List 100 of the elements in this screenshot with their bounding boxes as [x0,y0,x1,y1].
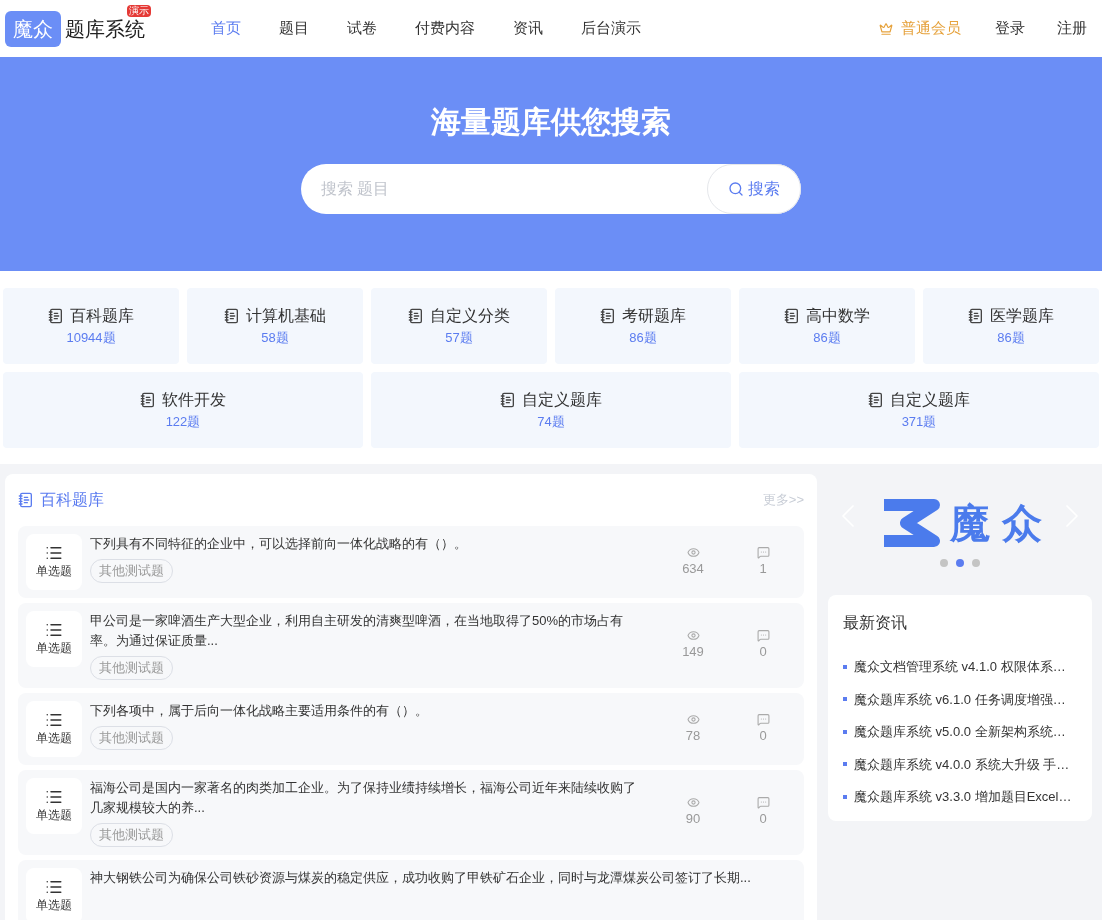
nav-link[interactable]: 题目 [275,17,313,40]
comment-icon [756,629,770,643]
category-count: 86题 [997,329,1025,348]
comment-icon [756,545,770,559]
question-item[interactable]: 单选题 神大钢铁公司为确保公司铁砂资源与煤炭的稳定供应，成功收购了甲铁矿石企业，同时与龙潭煤炭公司签订了长期... [18,860,804,920]
banner-carousel[interactable]: 魔 众 [828,474,1092,584]
notebook-icon [140,392,156,409]
category-card[interactable]: 计算机基础 58题 [187,288,363,364]
question-text: 下列具有不同特征的企业中，可以选择前向一体化战略的有（）。 [90,535,468,553]
nav-link[interactable]: 付费内容 [411,17,479,40]
bullet-icon [843,762,847,767]
category-card[interactable]: 医学题库 86题 [923,288,1099,364]
category-name: 计算机基础 [246,306,326,327]
category-card[interactable]: 自定义分类 57题 [371,288,547,364]
question-item[interactable]: 单选题 甲公司是一家啤酒生产大型企业，利用自主研发的清爽型啤酒，在当地取得了50%的市场占有率。为通过保证质量... 其他测试题 149 0 [18,603,804,688]
hero-title: 海量题库供您搜索 [431,104,671,140]
category-count: 86题 [813,329,841,348]
comment-icon [756,796,770,810]
comment-count: 0 [759,643,767,662]
comment-count: 1 [759,559,767,578]
search-button[interactable]: 搜索 [707,164,801,214]
question-text: 甲公司是一家啤酒生产大型企业，利用自主研发的清爽型啤酒，在当地取得了50%的市场占有率。为通过保证质量... [90,612,625,650]
list-icon [45,544,63,562]
category-count: 371题 [901,413,937,432]
category-name: 高中数学 [806,306,870,327]
demo-badge: 演示 [127,4,151,17]
eye-icon [686,629,700,643]
eye-icon [686,545,700,559]
bullet-icon [843,729,847,734]
list-icon [45,711,63,729]
notebook-icon [968,308,984,325]
notebook-icon [48,308,64,325]
question-type: 单选题 [36,807,72,824]
news-link[interactable]: 魔众题库系统 v3.3.0 增加题目Excel… [854,787,1072,807]
category-name: 自定义题库 [522,390,602,411]
news-link[interactable]: 魔众题库系统 v6.1.0 任务调度增强… [854,689,1066,709]
category-count: 122题 [165,413,201,432]
list-icon [45,788,63,806]
category-count: 57题 [445,329,473,348]
bullet-icon [843,794,847,799]
question-text: 下列各项中，属于后向一体化战略主要适用条件的有（）。 [90,702,429,720]
notebook-icon [868,392,884,409]
nav-link[interactable]: 资讯 [509,17,547,40]
question-item[interactable]: 单选题 下列各项中，属于后向一体化战略主要适用条件的有（）。 其他测试题 78 0 [18,693,804,765]
news-link[interactable]: 魔众题库系统 v4.0.0 系统大升级 手… [854,754,1070,774]
comment-count: 0 [759,810,767,829]
bullet-icon [843,697,847,702]
category-name: 百科题库 [70,306,134,327]
category-count: 86题 [629,329,657,348]
question-text: 神大钢铁公司为确保公司铁砂资源与煤炭的稳定供应，成功收购了甲铁矿石企业，同时与龙潭煤炭公司签订了长期... [90,869,752,887]
nav-link[interactable]: 试卷 [343,17,381,40]
category-count: 74题 [537,413,565,432]
notebook-icon [500,392,516,409]
question-type: 单选题 [36,563,72,580]
notebook-icon [224,308,240,325]
view-count: 149 [682,643,704,662]
category-card[interactable]: 自定义题库 74题 [371,372,731,448]
search-icon [728,181,744,197]
question-type: 单选题 [36,730,72,747]
view-count: 90 [685,810,701,829]
category-card[interactable]: 软件开发 122题 [3,372,363,448]
comment-count: 0 [759,726,767,745]
category-name: 软件开发 [162,390,226,411]
eye-icon [686,796,700,810]
question-type: 单选题 [36,640,72,657]
news-link[interactable]: 魔众题库系统 v5.0.0 全新架构系统… [854,722,1066,742]
question-type: 单选题 [36,897,72,914]
eye-icon [686,712,700,726]
nav-link[interactable]: 首页 [207,17,245,40]
category-name: 考研题库 [622,306,686,327]
panel-title: 百科题库 [40,490,104,510]
question-item[interactable]: 单选题 福海公司是国内一家著名的肉类加工企业。为了保持业绩持续增长，福海公司近年来陆续收购了几家规模较大的养... 其他测试题 90 0 [18,770,804,855]
category-card[interactable]: 高中数学 86题 [739,288,915,364]
category-card[interactable]: 自定义题库 371题 [739,372,1099,448]
list-icon [45,621,63,639]
view-count: 78 [685,726,701,745]
logo-text: 魔 众 [950,500,1042,547]
comment-icon [756,712,770,726]
category-count: 10944题 [66,329,116,348]
news-link[interactable]: 魔众文档管理系统 v4.1.0 权限体系… [854,657,1066,677]
view-count: 634 [682,559,704,578]
category-count: 58题 [261,329,289,348]
register-link[interactable]: 注册 [1057,17,1087,40]
question-text: 福海公司是国内一家著名的肉类加工企业。为了保持业绩持续增长，福海公司近年来陆续收购了几家规模较大的养... [90,779,637,817]
bullet-icon [843,664,847,669]
category-name: 自定义分类 [430,306,510,327]
notebook-icon [408,308,424,325]
notebook-icon [784,308,800,325]
search-field[interactable]: 搜索 题目 搜索 [301,164,801,214]
nav-link[interactable]: 后台演示 [577,17,645,40]
category-name: 自定义题库 [890,390,970,411]
news-title: 最新资讯 [843,613,908,633]
question-item[interactable]: 单选题 下列具有不同特征的企业中，可以选择前向一体化战略的有（）。 其他测试题 634 1 [18,526,804,598]
category-name: 医学题库 [990,306,1054,327]
crown-icon [879,21,893,36]
category-card[interactable]: 考研题库 86题 [555,288,731,364]
notebook-icon [600,308,616,325]
list-icon [45,878,63,896]
login-link[interactable]: 登录 [995,17,1025,40]
category-card[interactable]: 百科题库 10944题 [3,288,179,364]
